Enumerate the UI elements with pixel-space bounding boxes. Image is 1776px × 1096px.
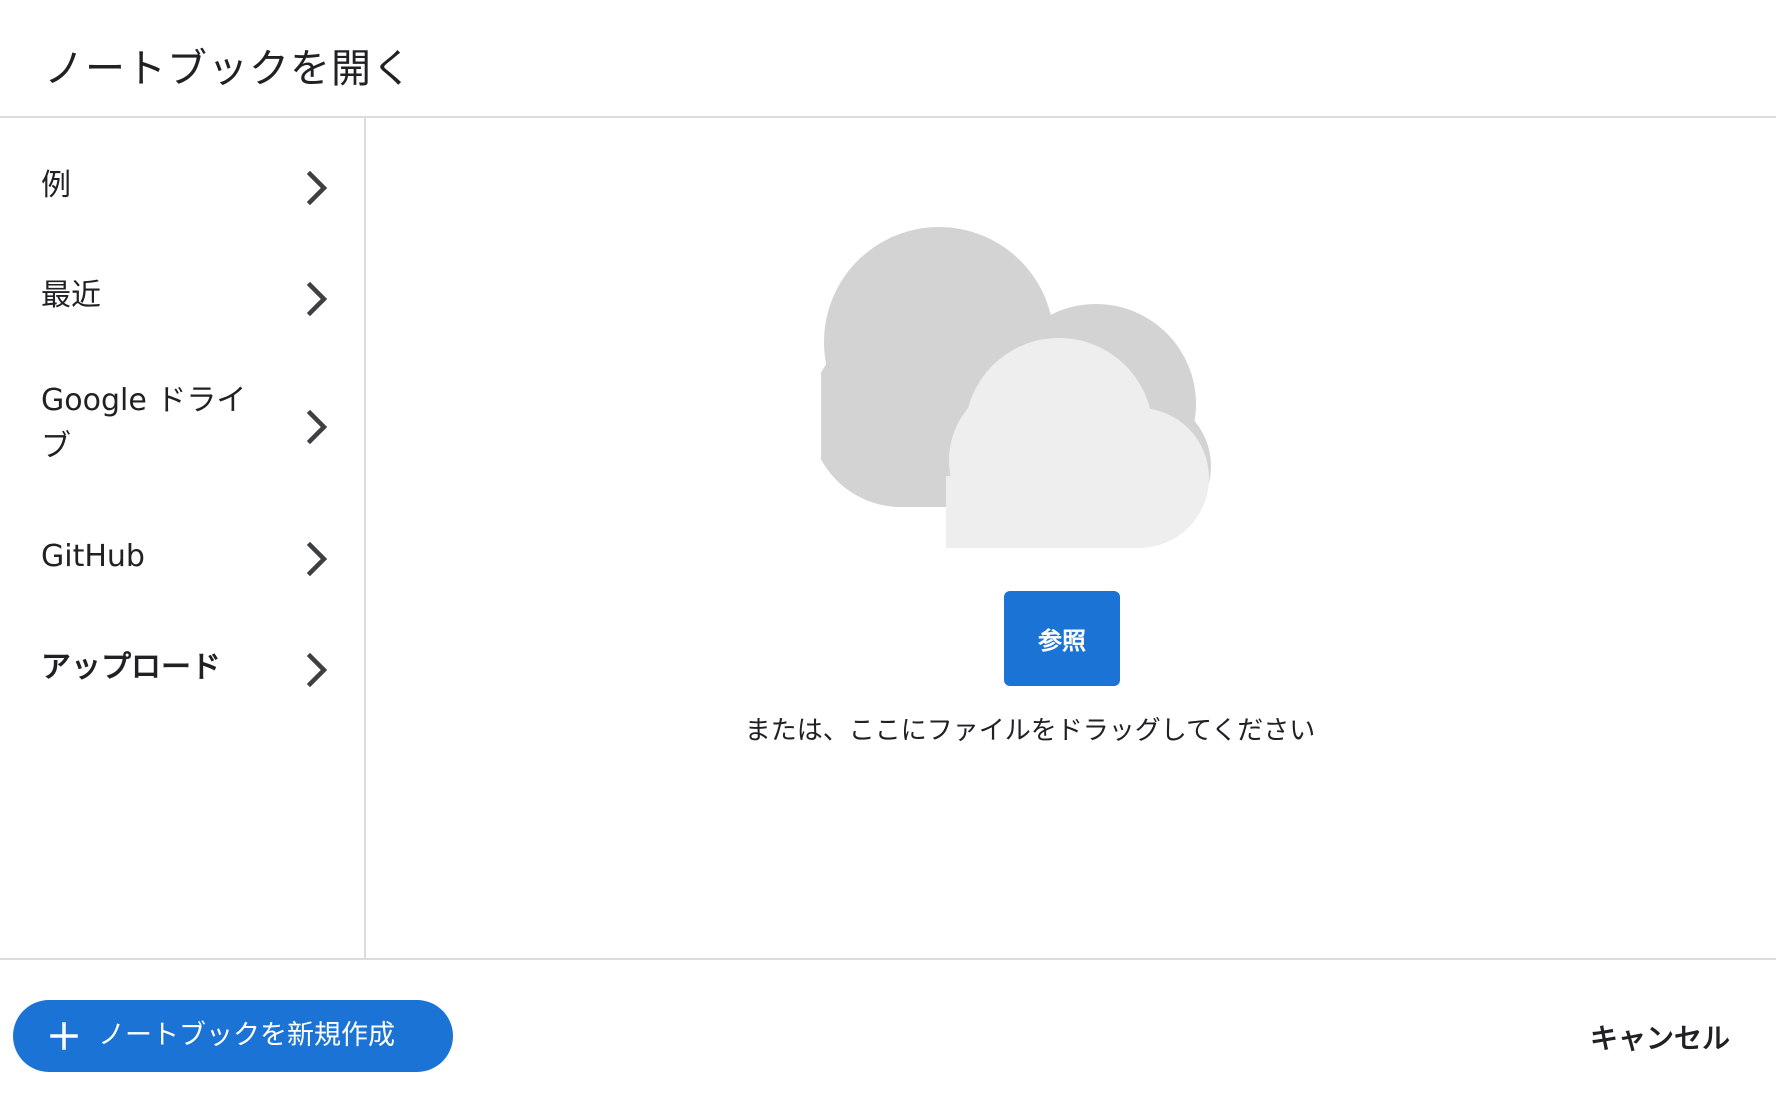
sidebar-item-github[interactable]: GitHub — [0, 508, 364, 604]
chevron-right-icon — [305, 542, 331, 576]
chevron-right-icon — [305, 653, 331, 687]
sidebar-item-google-drive[interactable]: Google ドライブ — [0, 358, 364, 488]
cancel-button[interactable]: キャンセル — [1560, 1014, 1730, 1060]
sidebar-item-label: 最近 — [41, 278, 101, 313]
plus-icon — [50, 1022, 78, 1050]
dialog-header: ノートブックを開く — [0, 0, 1776, 118]
dialog-title: ノートブックを開く — [44, 46, 413, 92]
sidebar-item-examples[interactable]: 例 — [0, 138, 364, 234]
sidebar-item-label: GitHub — [41, 539, 145, 574]
new-notebook-label: ノートブックを新規作成 — [98, 1020, 395, 1051]
sidebar-item-label: アップロード — [41, 650, 221, 685]
new-notebook-button[interactable]: ノートブックを新規作成 — [13, 1000, 453, 1072]
sidebar-item-label: Google ドライブ — [41, 383, 247, 464]
chevron-right-icon — [305, 410, 331, 444]
drop-hint-text: または、ここにファイルをドラッグしてください — [744, 716, 1316, 746]
source-sidebar: 例 最近 Google ドライブ GitHub アップロード — [0, 118, 366, 960]
dialog-footer: ノートブックを新規作成 キャンセル — [0, 958, 1776, 1096]
chevron-right-icon — [305, 282, 331, 316]
open-notebook-dialog: ノートブックを開く 例 最近 Google ドライブ GitHub アップロード… — [0, 0, 1776, 1096]
upload-panel[interactable]: 参照 または、ここにファイルをドラッグしてください — [366, 118, 1776, 960]
cloud-icon — [810, 226, 1241, 556]
sidebar-item-label: 例 — [41, 168, 71, 203]
chevron-right-icon — [305, 171, 331, 205]
sidebar-item-recent[interactable]: 最近 — [0, 248, 364, 344]
sidebar-item-upload[interactable]: アップロード — [0, 618, 364, 714]
browse-button[interactable]: 参照 — [1004, 591, 1120, 686]
